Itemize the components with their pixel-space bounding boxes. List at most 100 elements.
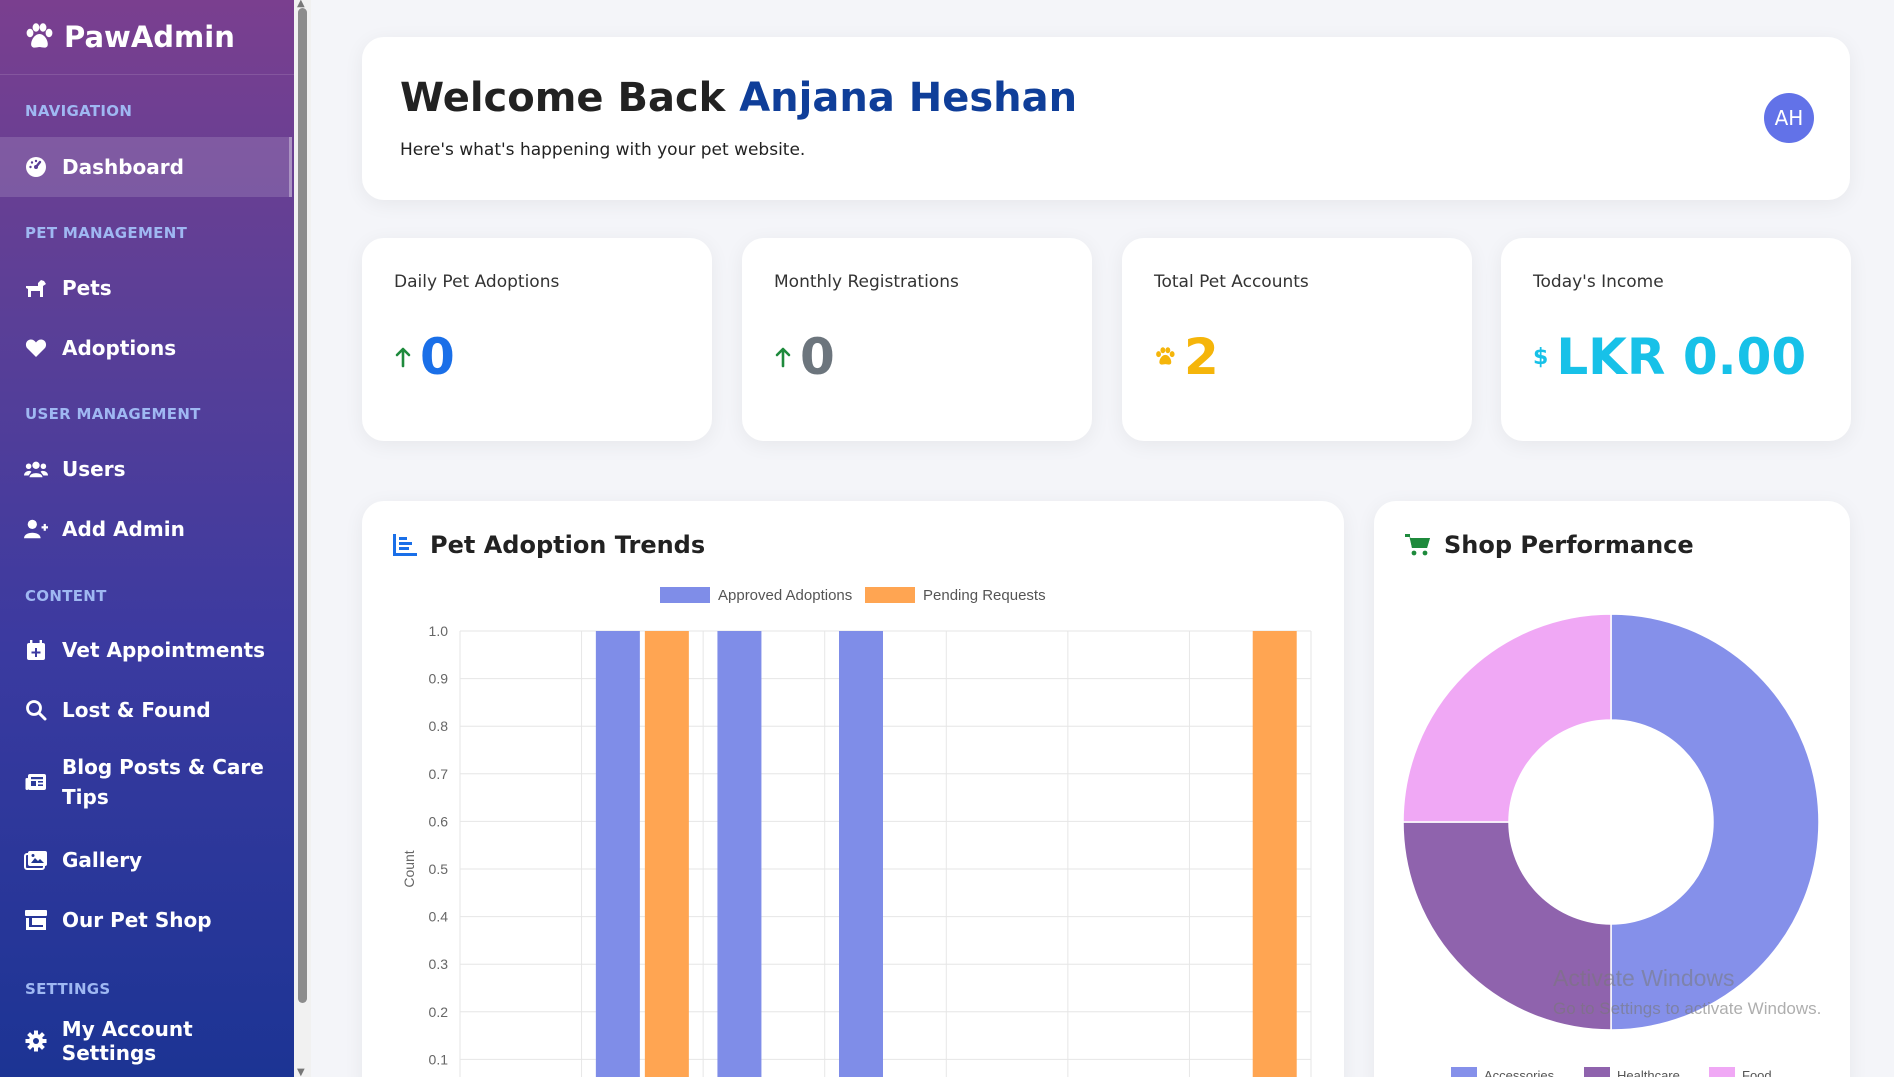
store-icon [24, 908, 48, 932]
y-axis-label: Count [401, 850, 417, 887]
stat-value: LKR 0.00 [1556, 328, 1807, 386]
legend-swatch [1451, 1067, 1477, 1077]
arrow-up-icon [774, 346, 792, 368]
stat-value: 0 [420, 328, 455, 386]
activation-watermark-subtitle: Go to Settings to activate Windows. [1553, 999, 1822, 1018]
legend-swatch [1584, 1067, 1610, 1077]
bar [717, 631, 762, 1077]
stat-value-row: 2 [1154, 328, 1219, 386]
sidebar-item-label: Blog Posts & Care [62, 755, 264, 779]
bar [839, 631, 883, 1077]
welcome-card: Welcome Back Anjana Heshan Here's what's… [362, 37, 1850, 200]
welcome-prefix: Welcome Back [400, 75, 726, 121]
sidebar-item-label: Lost & Found [62, 698, 211, 722]
sidebar-item-lost-found[interactable]: Lost & Found [0, 685, 292, 735]
stat-card-daily-adoptions: Daily Pet Adoptions 0 [362, 238, 712, 441]
doughnut-slice [1402, 613, 1612, 823]
y-tick-label: 1.0 [429, 623, 449, 639]
stat-label: Daily Pet Adoptions [394, 272, 560, 292]
stat-card-todays-income: Today's Income $ LKR 0.00 [1501, 238, 1851, 441]
section-settings: SETTINGS [25, 980, 111, 998]
adoption-bar-chart: 1.0 0.9 0.8 0.7 0.6 0.5 0.4 0.3 0.2 0.1 Count Appro… [401, 587, 1312, 1077]
avatar[interactable]: AH [1764, 93, 1814, 143]
sidebar-item-account-settings[interactable]: My Account Settings [0, 1016, 292, 1066]
brand-name: PawAdmin [64, 20, 235, 54]
legend-label: Approved Adoptions [718, 587, 852, 604]
newspaper-icon [24, 770, 48, 794]
brand[interactable]: PawAdmin [0, 0, 294, 75]
bar [644, 631, 689, 1077]
stat-label: Today's Income [1533, 272, 1664, 292]
adoption-trends-panel: Pet Adoption Trends 1.0 0.9 0.8 0.7 0.6 0.5 0.… [362, 501, 1344, 1077]
user-plus-icon [24, 517, 48, 541]
sidebar-item-dashboard[interactable]: Dashboard [0, 137, 292, 197]
sidebar-item-users[interactable]: Users [0, 444, 292, 494]
sidebar-item-label: Vet Appointments [62, 638, 266, 662]
y-tick-label: 0.6 [429, 813, 449, 829]
legend-label: Accessories [1484, 1068, 1555, 1077]
calendar-plus-icon [24, 638, 48, 662]
stat-label: Monthly Registrations [774, 272, 959, 292]
sidebar-item-label: Pets [62, 276, 112, 300]
sidebar-item-pets[interactable]: Pets [0, 263, 292, 313]
section-user-management: USER MANAGEMENT [25, 405, 201, 423]
sidebar-item-label: Gallery [62, 848, 143, 872]
gauge-icon [24, 155, 48, 179]
dog-icon [24, 276, 48, 300]
gear-icon [24, 1029, 48, 1053]
sidebar-item-label: Dashboard [62, 155, 184, 179]
section-pet-management: PET MANAGEMENT [25, 224, 188, 242]
sidebar-item-vet-appointments[interactable]: Vet Appointments [0, 625, 292, 675]
legend-swatch [660, 587, 710, 603]
sidebar-item-label-cont: Tips [62, 785, 109, 809]
y-tick-label: 0.4 [429, 909, 449, 925]
search-icon [24, 698, 48, 722]
legend-label: Pending Requests [923, 587, 1046, 604]
activation-watermark-title: Activate Windows [1553, 965, 1735, 991]
y-tick-label: 0.8 [429, 718, 449, 734]
stat-card-total-accounts: Total Pet Accounts 2 [1122, 238, 1472, 441]
sidebar: PawAdmin NAVIGATION Dashboard PET MANAGE… [0, 0, 294, 1077]
arrow-up-icon [394, 346, 412, 368]
sidebar-item-gallery[interactable]: Gallery [0, 835, 292, 885]
stat-value-row: 0 [774, 328, 835, 386]
welcome-title: Welcome Back Anjana Heshan [400, 75, 1077, 121]
heart-icon [24, 336, 48, 360]
sidebar-item-blog-posts[interactable]: Blog Posts & Care Tips [0, 749, 292, 815]
sidebar-item-label: Our Pet Shop [62, 908, 212, 932]
stat-label: Total Pet Accounts [1154, 272, 1309, 292]
sidebar-item-label: Users [62, 457, 126, 481]
sidebar-item-label: Adoptions [62, 336, 177, 360]
dollar-icon: $ [1533, 344, 1549, 370]
section-content: CONTENT [25, 587, 107, 605]
y-tick-label: 0.2 [429, 1004, 449, 1020]
legend-swatch [865, 587, 915, 603]
legend-swatch [1709, 1067, 1735, 1077]
user-name: Anjana Heshan [739, 75, 1078, 121]
stat-value-row: 0 [394, 328, 455, 386]
stat-value: 0 [800, 328, 835, 386]
users-icon [24, 457, 48, 481]
images-icon [24, 848, 48, 872]
bar [595, 631, 640, 1077]
bar [1252, 631, 1297, 1077]
legend-label: Healthcare [1617, 1068, 1680, 1077]
sidebar-item-adoptions[interactable]: Adoptions [0, 323, 292, 373]
y-tick-label: 0.9 [429, 671, 449, 687]
welcome-subtitle: Here's what's happening with your pet we… [400, 140, 806, 160]
stat-value-row: $ LKR 0.00 [1533, 328, 1806, 386]
y-tick-label: 0.7 [429, 766, 449, 782]
y-tick-label: 0.1 [429, 1051, 449, 1067]
y-tick-label: 0.3 [429, 956, 449, 972]
paw-icon [1154, 347, 1176, 367]
section-navigation: NAVIGATION [25, 102, 133, 120]
scrollbar-thumb[interactable] [298, 8, 307, 1003]
stat-card-monthly-registrations: Monthly Registrations 0 [742, 238, 1092, 441]
sidebar-item-pet-shop[interactable]: Our Pet Shop [0, 895, 292, 945]
y-tick-label: 0.5 [429, 861, 449, 877]
sidebar-scrollbar[interactable]: ▲ ▼ [294, 0, 311, 1077]
legend-label: Food [1742, 1068, 1772, 1077]
paw-icon [24, 23, 54, 51]
scroll-down-arrow-icon[interactable]: ▼ [297, 1067, 305, 1077]
sidebar-item-add-admin[interactable]: Add Admin [0, 504, 292, 554]
